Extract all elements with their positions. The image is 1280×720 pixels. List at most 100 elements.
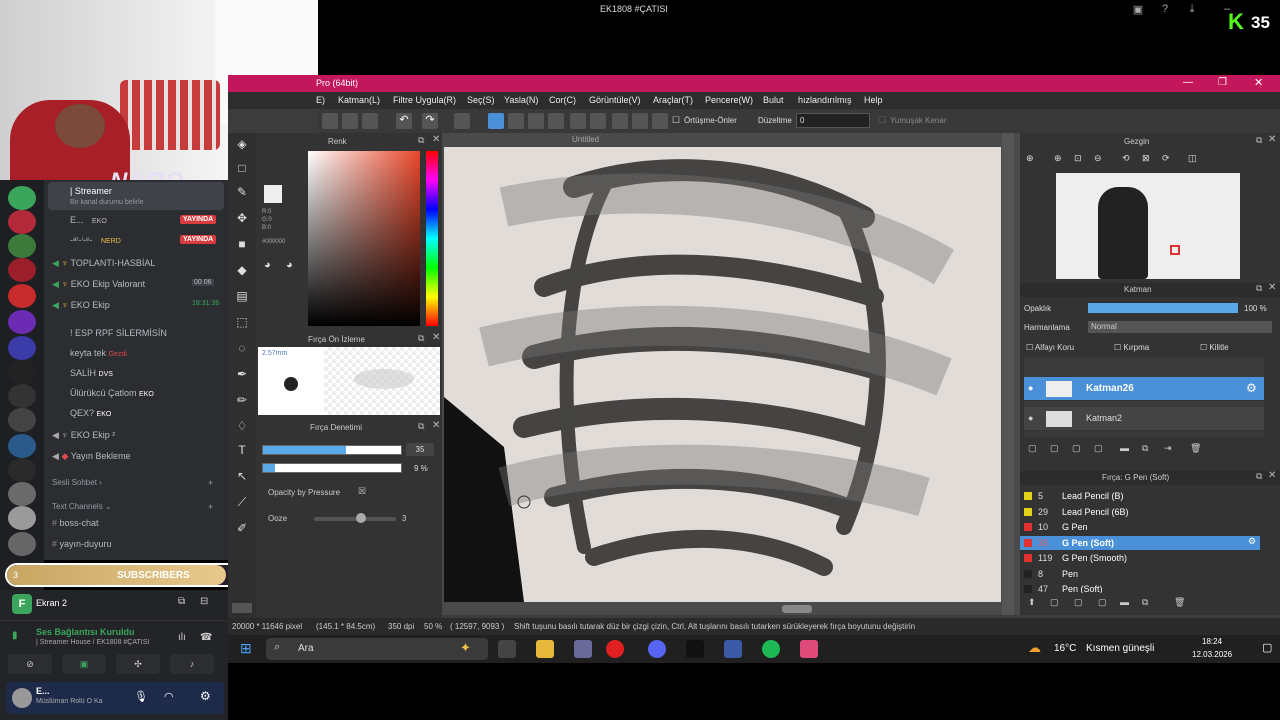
snap-grid-icon[interactable] [508,113,524,129]
headphones-icon[interactable]: ◠ [164,690,174,703]
menu-item[interactable]: Katman(L) [338,95,380,105]
hand-icon[interactable]: ✐ [234,521,250,537]
text-channel[interactable]: # yayın-duyuru [52,539,112,549]
server-icon[interactable] [8,384,36,408]
panel-menu-icon[interactable]: ⧉ [418,135,424,146]
text-icon[interactable]: T [234,443,250,459]
server-icon[interactable] [8,408,36,432]
snap-ruler-icon[interactable] [488,113,504,129]
screen-share-button[interactable]: ▣ [62,654,106,674]
layer-row-active[interactable]: ● Katman26 ⚙ [1024,377,1264,401]
panel-menu-icon[interactable]: ⧉ [1256,283,1262,294]
flip-icon[interactable]: ◫ [1188,153,1197,164]
panel-close-icon[interactable]: ✕ [1268,470,1276,481]
notification-icon[interactable]: ▢ [1262,641,1272,654]
folder-icon[interactable]: ▬ [1120,443,1129,453]
spotify-icon[interactable] [762,640,780,658]
brush-item[interactable]: 119 G Pen (Smooth) [1020,551,1260,565]
rotate-icon[interactable] [612,113,628,129]
server-icon[interactable] [8,310,36,334]
gear-icon[interactable]: ⚙ [1246,381,1257,395]
copy-icon[interactable]: ▢ [1098,597,1107,608]
add-channel-icon[interactable]: + [208,502,213,512]
channel-yayin-bekleme[interactable]: ◀ ◆ Yayın Bekleme [52,451,131,462]
new-vector-icon[interactable]: ▢ [1050,443,1059,454]
new-folder-icon[interactable]: ▢ [1072,443,1081,454]
member-row[interactable]: keyta tek Gezdi [70,348,127,358]
upload-icon[interactable]: ⬆ [1028,597,1036,608]
lasso-icon[interactable]: ◌ [234,341,250,357]
close-button[interactable]: ✕ [1254,76,1263,89]
eye-icon[interactable]: ● [1028,413,1033,423]
popout-icon[interactable]: ⧉ [178,596,185,607]
server-icon[interactable] [8,336,36,360]
zoom-in-icon[interactable]: ⊕ [1026,153,1034,164]
server-icon[interactable] [8,532,36,556]
brush-item[interactable]: 47 Pen (Soft) [1020,582,1260,593]
brush-opacity-slider[interactable] [262,463,402,473]
channel-valorant[interactable]: ◀ ♆ EKO Ekip Valorant 00 06 [52,279,224,290]
member-row[interactable]: SALİH DVS [70,368,113,378]
pressure-checkbox[interactable]: ☒ [358,486,366,497]
new-file-icon[interactable] [322,113,338,129]
zoom-in-icon[interactable]: ⊕ [1054,153,1062,164]
brush-item[interactable]: 10 G Pen [1020,520,1260,534]
download-icon[interactable]: ⤓ [1185,3,1199,17]
color-swatch[interactable] [232,603,252,613]
blend-mode-select[interactable]: Normal [1088,321,1272,333]
add-icon[interactable]: ▢ [1074,597,1083,608]
member-row[interactable]: QEX? EKO [70,408,111,418]
menu-item[interactable]: hızlandırılmış [798,95,852,105]
brush-size-slider[interactable] [262,445,402,455]
ooze-slider[interactable] [314,517,396,521]
fit-icon[interactable]: ⊡ [1074,153,1082,164]
horizontal-scrollbar[interactable] [782,605,812,613]
file-explorer-icon[interactable] [536,640,554,658]
panel-menu-icon[interactable]: ⧉ [1256,471,1262,482]
eye-icon[interactable]: ● [1028,383,1033,393]
panel-close-icon[interactable]: ✕ [1268,282,1276,293]
canvas-tab[interactable]: Untitled [572,135,599,144]
help-icon[interactable]: ? [1158,3,1172,17]
save-icon[interactable] [362,113,378,129]
fill-icon[interactable]: ◆ [234,263,250,279]
eyedropper-icon[interactable]: ⟋ [234,495,250,511]
eraser-icon[interactable]: ◈ [234,137,250,153]
brush-icon[interactable]: ✒ [234,367,250,383]
server-icon[interactable] [8,482,36,506]
server-icon[interactable] [8,186,36,210]
square-icon[interactable]: ■ [234,237,250,253]
clip-studio-icon[interactable] [800,640,818,658]
app-icon[interactable] [724,640,742,658]
grid-icon[interactable] [528,113,544,129]
channel-eko-ekip-2[interactable]: ◀ ♆ EKO Ekip ² [52,430,115,441]
panel-menu-icon[interactable]: ⧉ [1256,135,1262,146]
ruler-icon[interactable] [570,113,586,129]
brush-item[interactable]: 8 Pen [1020,567,1260,581]
duplicate-icon[interactable]: ⧉ [1142,597,1148,608]
activities-button[interactable]: ✣ [116,654,160,674]
menu-item[interactable]: Araçlar(T) [653,95,693,105]
disconnect-icon[interactable]: ☎ [200,632,212,643]
server-icon[interactable] [8,234,36,258]
add-channel-icon[interactable]: + [208,478,213,488]
add-icon[interactable]: ▢ [1094,443,1103,454]
mic-icon[interactable]: 🎙 [134,690,148,703]
brush-item[interactable]: 29 Lead Pencil (6B) [1020,505,1260,519]
open-file-icon[interactable] [342,113,358,129]
restore-button[interactable]: ❐ [1218,77,1227,88]
taskbar-search[interactable]: ⌕ Ara ✦ [266,638,488,660]
menu-item[interactable]: Cor(C) [549,95,576,105]
app-icon[interactable] [574,640,592,658]
menu-item[interactable]: Pencere(W) [705,95,753,105]
trash-icon[interactable]: 🗑 [1174,597,1185,608]
discord-icon[interactable] [648,640,666,658]
video-off-button[interactable]: ⊘ [8,654,52,674]
operation-icon[interactable]: ↖ [234,469,250,485]
brush-item[interactable]: 35 G Pen (Soft) ⚙ [1020,535,1260,550]
panel-close-icon[interactable]: ✕ [432,332,440,343]
panel-close-icon[interactable]: ✕ [1268,134,1276,145]
stabilization-input[interactable]: 0 [796,113,870,128]
opera-icon[interactable] [606,640,624,658]
member-row[interactable]: ! ESP RPF SİLERMİSİN [70,328,167,338]
